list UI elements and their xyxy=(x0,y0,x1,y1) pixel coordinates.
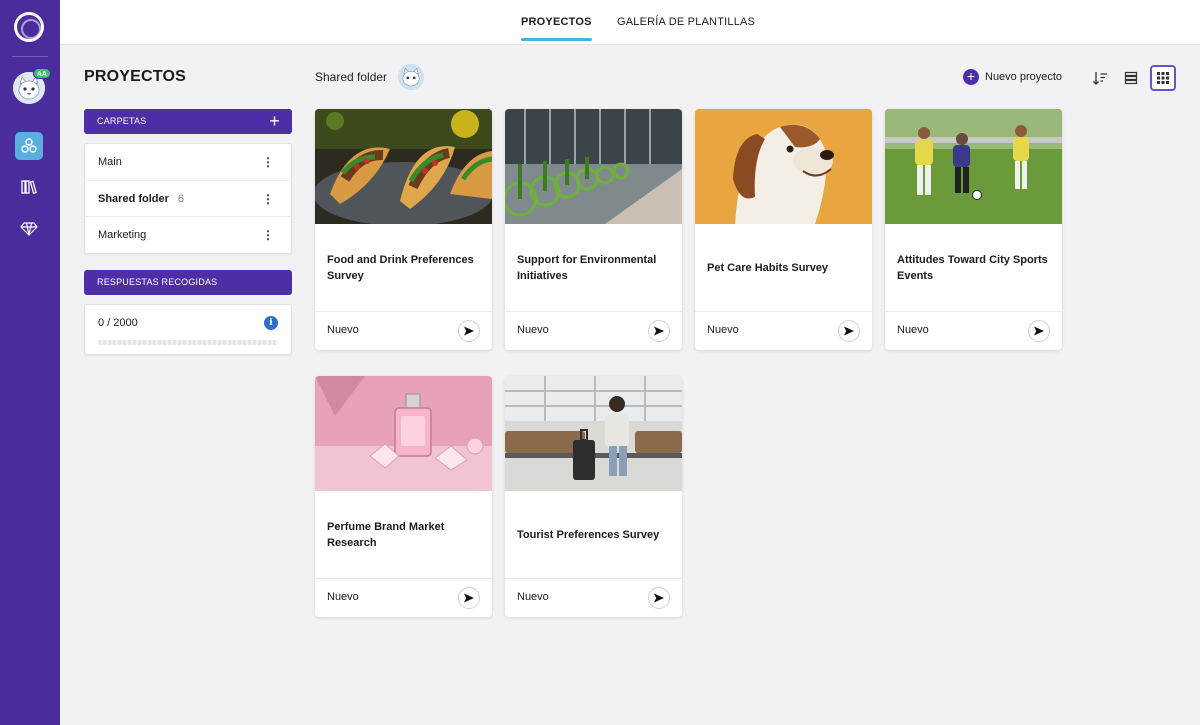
project-status: Nuevo xyxy=(517,591,549,603)
avatar-badge: AA xyxy=(32,68,51,79)
folders-header-label: CARPETAS xyxy=(97,116,147,126)
project-card[interactable]: Food and Drink Preferences Survey Nuevo xyxy=(315,109,492,350)
project-title: Perfume Brand Market Research xyxy=(327,520,445,549)
send-button[interactable] xyxy=(838,320,860,342)
rail-projects-button[interactable] xyxy=(15,132,43,160)
rail-divider xyxy=(12,56,48,57)
left-rail: AA xyxy=(0,0,60,725)
folder-label: Shared folder xyxy=(98,192,169,205)
project-title: Pet Care Habits Survey xyxy=(707,261,829,274)
user-avatar[interactable]: AA xyxy=(13,68,51,104)
rail-premium-button[interactable] xyxy=(15,214,43,242)
grid-view-button[interactable] xyxy=(1150,65,1176,91)
folders-header: CARPETAS + xyxy=(84,109,292,134)
send-icon xyxy=(464,326,474,336)
responses-header: RESPUESTAS RECOGIDAS xyxy=(84,270,292,295)
folder-menu-icon[interactable]: ⋮ xyxy=(262,217,274,253)
project-title: Food and Drink Preferences Survey xyxy=(327,253,474,282)
list-view-button[interactable] xyxy=(1118,65,1144,91)
top-navigation: PROYECTOS GALERÍA DE PLANTILLAS xyxy=(60,0,1200,45)
project-title: Tourist Preferences Survey xyxy=(517,528,660,541)
responses-header-label: RESPUESTAS RECOGIDAS xyxy=(97,277,218,287)
folder-count: 6 xyxy=(177,192,185,205)
card-footer: Nuevo xyxy=(695,311,872,350)
send-icon xyxy=(464,593,474,603)
project-card[interactable]: Support for Environmental Initiatives Nu… xyxy=(505,109,682,350)
send-icon xyxy=(654,326,664,336)
airport-photo xyxy=(505,376,682,491)
dog-photo xyxy=(695,109,872,224)
card-footer: Nuevo xyxy=(315,311,492,350)
card-footer: Nuevo xyxy=(505,311,682,350)
project-card[interactable]: Pet Care Habits Survey Nuevo xyxy=(695,109,872,350)
project-title: Attitudes Toward City Sports Events xyxy=(897,253,1048,282)
shared-folder-avatar xyxy=(398,64,424,90)
project-status: Nuevo xyxy=(327,591,359,603)
folder-label: Marketing xyxy=(98,229,147,241)
send-button[interactable] xyxy=(458,587,480,609)
send-button[interactable] xyxy=(648,587,670,609)
grid-view-icon xyxy=(1157,72,1169,84)
list-view-icon xyxy=(1124,71,1138,85)
plus-icon: + xyxy=(963,69,979,85)
folder-menu-icon[interactable]: ⋮ xyxy=(262,181,274,217)
send-icon xyxy=(654,593,664,603)
tab-template-gallery[interactable]: GALERÍA DE PLANTILLAS xyxy=(617,0,755,45)
tab-projects[interactable]: PROYECTOS xyxy=(521,0,592,45)
responses-panel: 0 / 2000 i xyxy=(84,304,292,355)
project-status: Nuevo xyxy=(897,324,929,336)
sort-icon xyxy=(1093,72,1107,85)
perfume-photo xyxy=(315,376,492,491)
folder-label: Main xyxy=(98,156,122,168)
rail-library-button[interactable] xyxy=(15,173,43,201)
soccer-photo xyxy=(885,109,1062,224)
project-card[interactable]: Tourist Preferences Survey Nuevo xyxy=(505,376,682,617)
project-status: Nuevo xyxy=(707,324,739,336)
sort-button[interactable] xyxy=(1087,65,1113,91)
responses-count: 0 / 2000 xyxy=(98,317,138,329)
breadcrumb: Shared folder xyxy=(315,70,388,84)
info-icon[interactable]: i xyxy=(264,316,278,330)
app-logo-icon[interactable] xyxy=(14,12,44,42)
page-title: PROYECTOS xyxy=(84,68,186,85)
folder-item-main[interactable]: Main ⋮ xyxy=(85,144,291,181)
library-books-icon xyxy=(21,180,37,195)
project-title: Support for Environmental Initiatives xyxy=(517,253,657,282)
responses-progress-bar xyxy=(98,340,278,345)
bikes-photo xyxy=(505,109,682,224)
card-footer: Nuevo xyxy=(505,578,682,617)
send-icon xyxy=(1034,326,1044,336)
card-footer: Nuevo xyxy=(315,578,492,617)
folder-menu-icon[interactable]: ⋮ xyxy=(262,144,274,180)
project-status: Nuevo xyxy=(517,324,549,336)
send-icon xyxy=(844,326,854,336)
add-folder-button[interactable]: + xyxy=(269,109,280,133)
diamond-icon xyxy=(20,222,38,236)
project-card[interactable]: Perfume Brand Market Research Nuevo xyxy=(315,376,492,617)
new-project-label: Nuevo proyecto xyxy=(985,71,1063,83)
send-button[interactable] xyxy=(1028,320,1050,342)
tacos-photo xyxy=(315,109,492,224)
folder-list: Main ⋮ Shared folder 6 ⋮ Marketing ⋮ xyxy=(84,143,292,254)
projects-icon xyxy=(21,138,37,153)
folder-item-shared[interactable]: Shared folder 6 ⋮ xyxy=(85,181,291,217)
folder-item-marketing[interactable]: Marketing ⋮ xyxy=(85,217,291,254)
project-card[interactable]: Attitudes Toward City Sports Events Nuev… xyxy=(885,109,1062,350)
new-project-button[interactable]: + Nuevo proyecto xyxy=(963,69,1062,85)
cat-avatar-icon xyxy=(398,64,424,90)
project-status: Nuevo xyxy=(327,324,359,336)
card-footer: Nuevo xyxy=(885,311,1062,350)
send-button[interactable] xyxy=(648,320,670,342)
send-button[interactable] xyxy=(458,320,480,342)
